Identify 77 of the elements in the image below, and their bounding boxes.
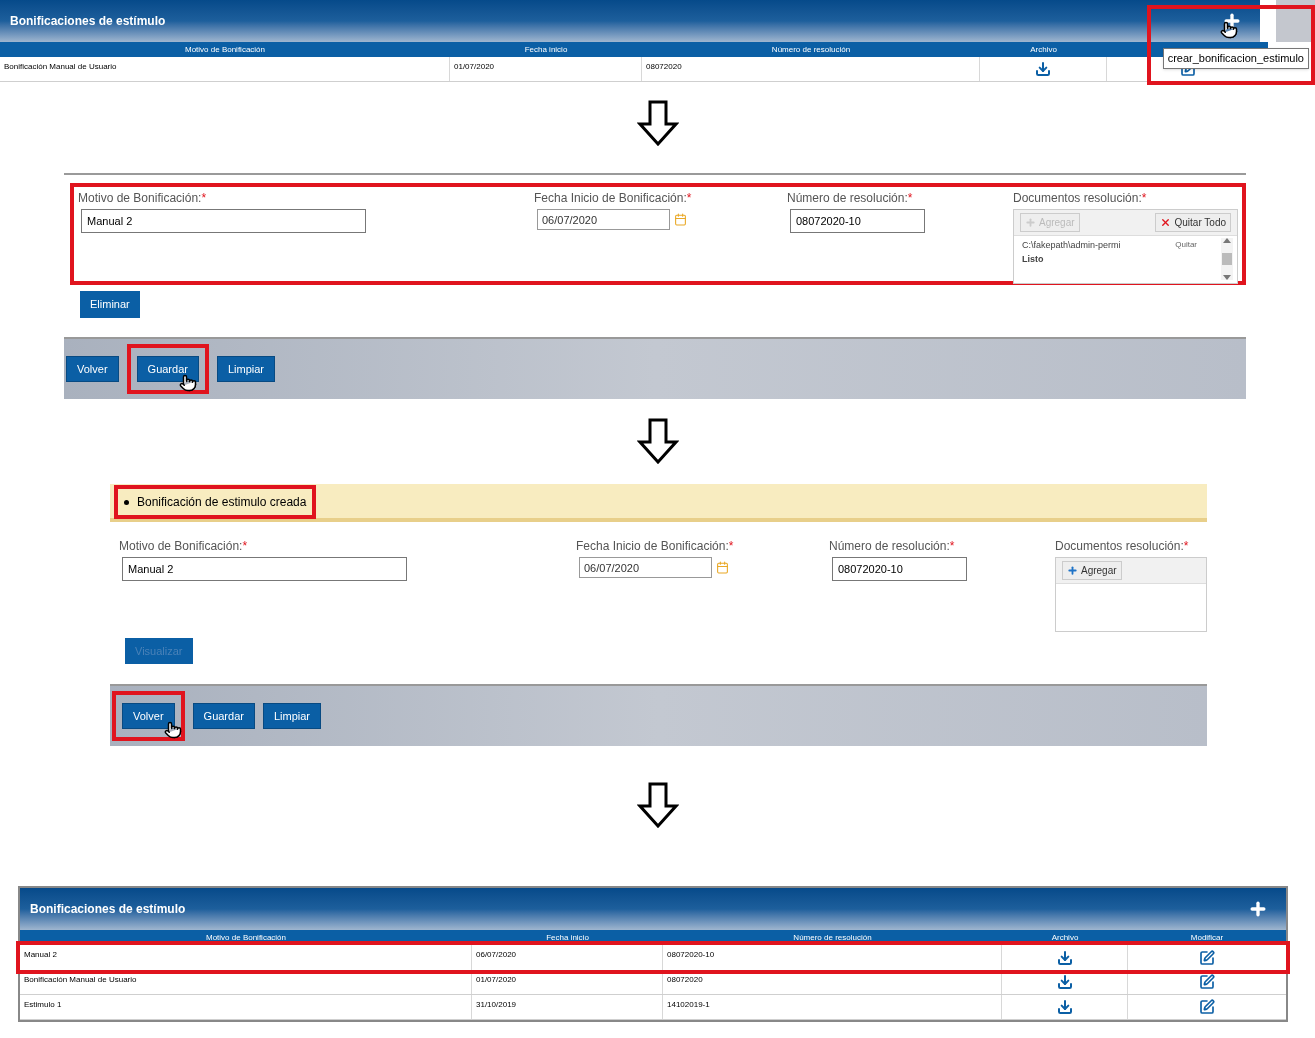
plus-icon	[1067, 565, 1078, 576]
column-header: Archivo	[1029, 44, 1058, 56]
column-header: Motivo de Bonificación	[204, 932, 287, 944]
input-field[interactable]: 08072020-10	[790, 209, 925, 233]
hand-cursor-icon	[1220, 21, 1238, 39]
table-cell: Estimulo 1	[20, 995, 472, 1019]
plus-icon	[1025, 217, 1036, 228]
required-mark: *	[242, 538, 248, 555]
edit-icon[interactable]	[1199, 949, 1215, 966]
footer-button[interactable]: Limpiar	[216, 356, 275, 383]
column-header: Número de resolución	[770, 44, 852, 56]
field-label: Motivo de Bonificación:	[119, 538, 243, 555]
table-cell: Manual 2	[20, 945, 472, 970]
footer-button[interactable]: Volver	[122, 703, 175, 730]
footer-button[interactable]: Volver	[66, 356, 119, 383]
table-cell: 14102019-1	[663, 995, 1002, 1019]
required-mark: *	[686, 190, 692, 207]
remove-link[interactable]: Quitar	[1175, 239, 1197, 266]
upload-status: Listo	[1022, 252, 1045, 266]
field-label: Número de resolución:	[787, 190, 908, 207]
footer-button[interactable]: Limpiar	[262, 703, 321, 730]
field-label: Documentos resolución:	[1013, 190, 1142, 207]
download-icon[interactable]	[1056, 949, 1073, 966]
add-icon[interactable]	[1248, 899, 1268, 919]
tooltip: crear_bonificacion_estimulo	[1162, 48, 1309, 69]
required-mark: *	[201, 190, 207, 207]
file-path: C:\fakepath\admin-permi	[1022, 239, 1121, 252]
required-mark: *	[1183, 538, 1189, 555]
remove-all-button[interactable]: Quitar Todo	[1155, 213, 1231, 232]
input-field[interactable]: 08072020-10	[832, 557, 967, 581]
success-message: Bonificación de estimulo creada	[137, 494, 307, 511]
field-label: Número de resolución:	[829, 538, 950, 555]
edit-icon[interactable]	[1199, 974, 1215, 990]
table-cell: 08072020-10	[663, 945, 1002, 970]
close-icon	[1160, 217, 1172, 228]
panel-title: Bonificaciones de estímulo	[10, 13, 166, 30]
date-field[interactable]: 06/07/2020	[579, 557, 712, 578]
required-mark: *	[1141, 190, 1147, 207]
column-header: Archivo	[1050, 932, 1080, 944]
table-cell: 01/07/2020	[450, 57, 642, 81]
table-cell: 08072020	[642, 57, 980, 81]
input-field[interactable]: Manual 2	[81, 209, 366, 233]
download-icon[interactable]	[1056, 999, 1073, 1015]
table-cell: Bonificación Manual de Usuario	[20, 970, 472, 994]
down-arrow-icon	[636, 782, 679, 828]
table-cell: 06/07/2020	[472, 945, 663, 970]
footer-button[interactable]: Guardar	[192, 703, 255, 730]
download-icon[interactable]	[1056, 974, 1073, 990]
down-arrow-icon	[636, 100, 679, 146]
required-mark: *	[949, 538, 955, 555]
column-header: Fecha inicio	[523, 44, 569, 56]
scrollbar	[1221, 238, 1233, 280]
column-header: Fecha inicio	[545, 932, 590, 944]
input-field[interactable]: Manual 2	[122, 557, 407, 581]
column-header: Modificar	[1189, 932, 1225, 944]
field-label: Fecha Inicio de Bonificación:	[576, 538, 729, 555]
download-icon[interactable]	[1035, 61, 1051, 77]
date-field[interactable]: 06/07/2020	[537, 209, 670, 230]
column-header: Número de resolución	[792, 932, 873, 944]
field-label: Documentos resolución:	[1055, 538, 1184, 555]
column-header: Motivo de Bonificación	[183, 44, 266, 56]
table-cell: Bonificación Manual de Usuario	[0, 57, 450, 81]
required-mark: *	[907, 190, 913, 207]
field-label: Motivo de Bonificación:	[78, 190, 202, 207]
edit-icon[interactable]	[1199, 999, 1215, 1015]
footer-button[interactable]: Guardar	[136, 356, 199, 383]
hand-cursor-icon	[178, 373, 197, 392]
required-mark: *	[728, 538, 734, 555]
table-cell: 08072020	[663, 970, 1002, 994]
down-arrow-icon	[636, 418, 679, 464]
table-cell: 01/07/2020	[472, 970, 663, 994]
panel-title: Bonificaciones de estímulo	[30, 901, 186, 918]
delete-button[interactable]: Eliminar	[80, 291, 140, 318]
hand-cursor-icon	[164, 720, 182, 739]
add-button[interactable]: Agregar	[1062, 561, 1122, 580]
field-label: Fecha Inicio de Bonificación:	[534, 190, 687, 207]
table-cell: 31/10/2019	[472, 995, 663, 1019]
